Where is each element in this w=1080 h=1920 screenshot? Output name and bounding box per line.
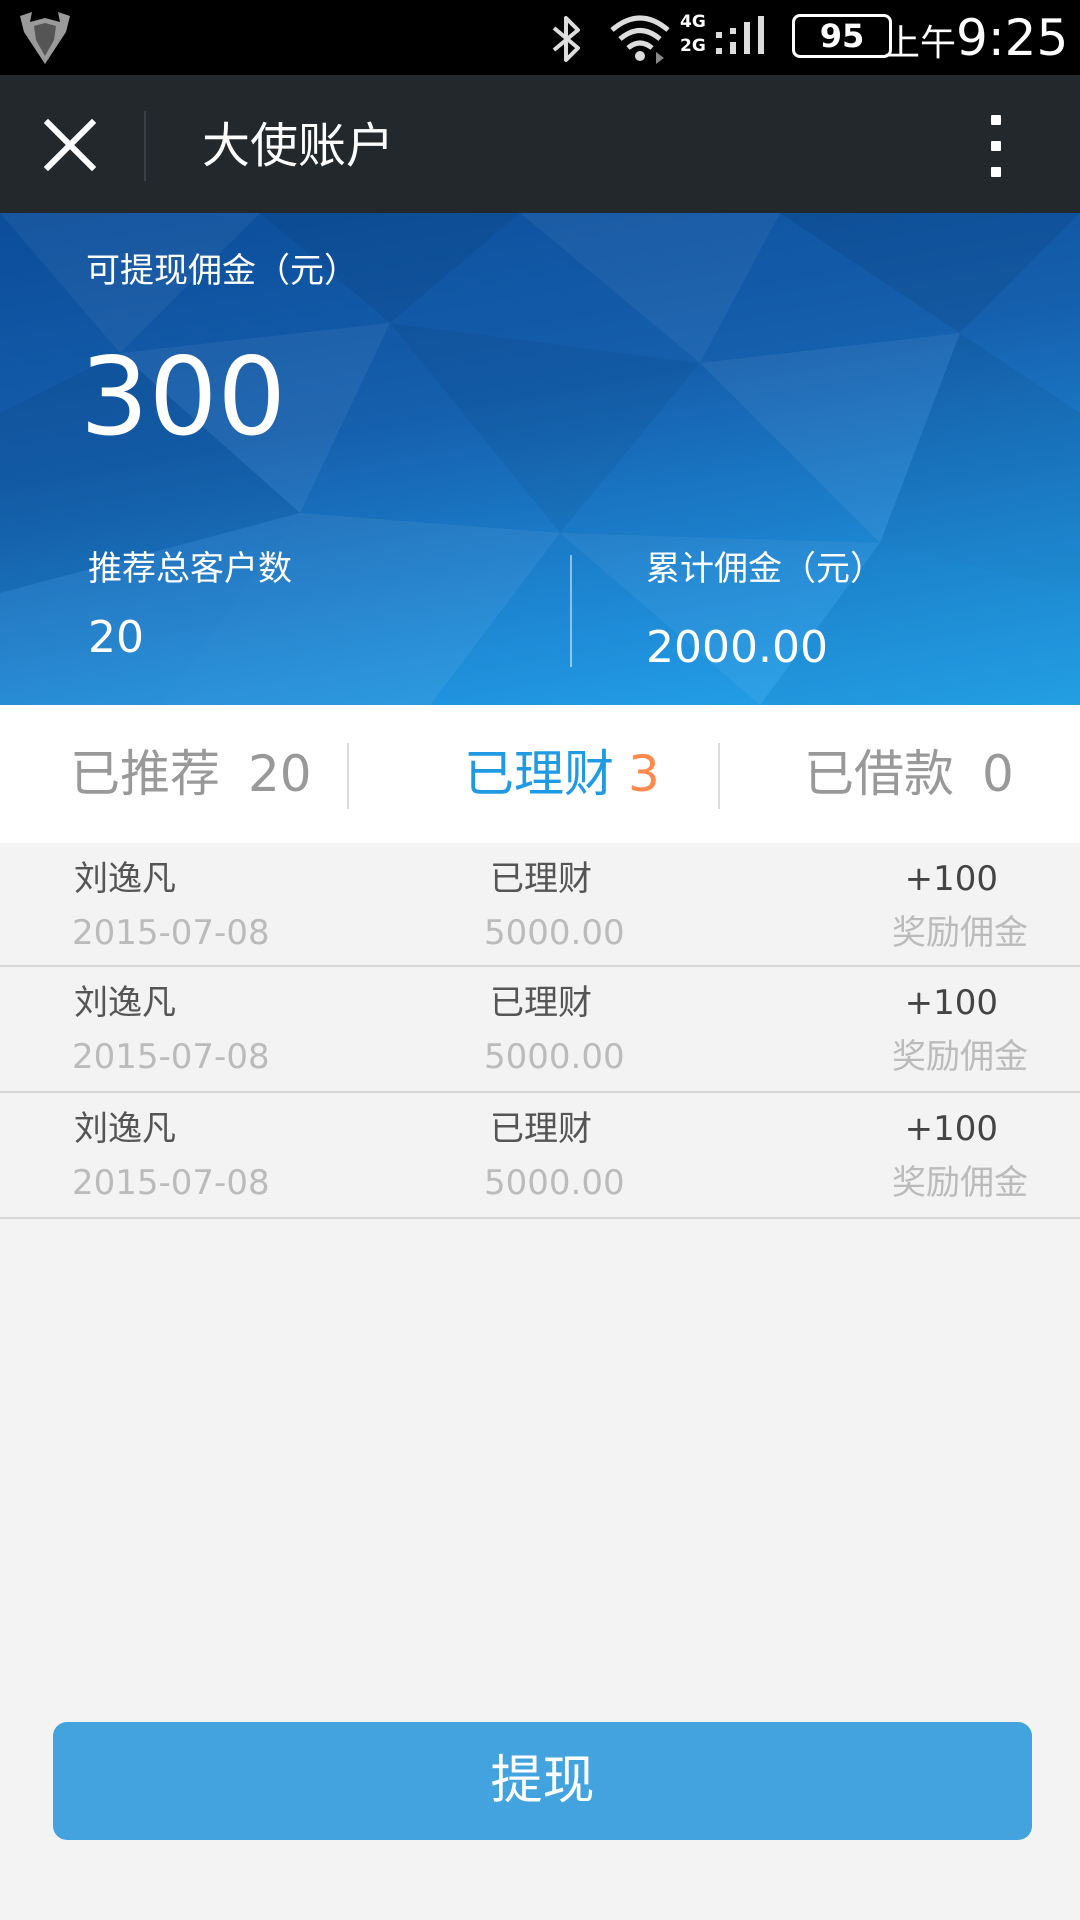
withdrawable-value: 300 <box>80 335 287 460</box>
tab-divider <box>718 743 720 809</box>
cellular-signal: 4G 2G <box>680 10 788 66</box>
commission-value: +100 <box>904 1109 998 1149</box>
customer-name: 刘逸凡 <box>74 1109 176 1149</box>
record-list: 刘逸凡 2015-07-08 已理财 5000.00 +100 奖励佣金 刘逸凡… <box>0 843 1080 1219</box>
commission-value: +100 <box>904 859 998 899</box>
record-date: 2015-07-08 <box>72 1037 270 1077</box>
clock-ampm: 上午 <box>884 23 957 64</box>
clock-time: 9:25 <box>956 9 1069 67</box>
record-amount: 5000.00 <box>484 1163 625 1203</box>
more-icon[interactable] <box>986 115 1006 179</box>
list-item[interactable]: 刘逸凡 2015-07-08 已理财 5000.00 +100 奖励佣金 <box>0 843 1080 967</box>
customer-name: 刘逸凡 <box>74 859 176 899</box>
tab-count: 3 <box>628 745 660 803</box>
withdrawable-label: 可提现佣金（元） <box>86 251 358 291</box>
customer-name: 刘逸凡 <box>74 983 176 1023</box>
title-bar: 大使账户 <box>0 75 1080 213</box>
tab-recommended[interactable]: 已推荐 20 <box>70 741 312 807</box>
commission-summary: 可提现佣金（元） 300 推荐总客户数 20 累计佣金（元） 2000.00 <box>0 213 1080 705</box>
status-bar: 4G 2G 95 上午9:25 <box>0 0 1080 75</box>
tab-label: 已借款 <box>804 745 954 803</box>
commission-label: 奖励佣金 <box>892 913 1028 953</box>
total-customers-value: 20 <box>88 612 144 663</box>
tab-divider <box>347 743 349 809</box>
title-divider <box>144 111 146 181</box>
record-status: 已理财 <box>490 1109 592 1149</box>
bluetooth-icon <box>552 16 580 62</box>
tab-label: 已理财 <box>464 745 614 803</box>
list-item[interactable]: 刘逸凡 2015-07-08 已理财 5000.00 +100 奖励佣金 <box>0 1093 1080 1219</box>
network-4g-label: 4G <box>680 12 706 32</box>
close-icon[interactable] <box>44 119 96 171</box>
commission-value: +100 <box>904 983 998 1023</box>
record-date: 2015-07-08 <box>72 913 270 953</box>
record-status: 已理财 <box>490 859 592 899</box>
cumulative-value: 2000.00 <box>646 622 828 673</box>
filter-tabs: 已推荐 20 已理财 3 已借款 0 <box>0 705 1080 843</box>
wifi-icon <box>610 15 670 64</box>
tab-invested[interactable]: 已理财 3 <box>464 741 660 807</box>
clock: 上午9:25 <box>884 8 1068 74</box>
commission-label: 奖励佣金 <box>892 1163 1028 1203</box>
network-2g-label: 2G <box>680 36 706 56</box>
tab-count: 0 <box>982 745 1014 803</box>
record-amount: 5000.00 <box>484 1037 625 1077</box>
withdraw-button[interactable]: 提现 <box>53 1722 1032 1840</box>
hero-divider <box>570 555 572 667</box>
record-date: 2015-07-08 <box>72 1163 270 1203</box>
list-item[interactable]: 刘逸凡 2015-07-08 已理财 5000.00 +100 奖励佣金 <box>0 967 1080 1093</box>
tab-label: 已推荐 <box>70 745 220 803</box>
record-status: 已理财 <box>490 983 592 1023</box>
page-title: 大使账户 <box>202 118 395 174</box>
cumulative-label: 累计佣金（元） <box>646 549 884 589</box>
shield-app-icon <box>20 12 70 64</box>
record-amount: 5000.00 <box>484 913 625 953</box>
battery-indicator: 95 <box>792 14 892 58</box>
commission-label: 奖励佣金 <box>892 1037 1028 1077</box>
total-customers-label: 推荐总客户数 <box>88 549 292 589</box>
tab-count: 20 <box>248 745 312 803</box>
signal-bars-icon <box>716 16 764 54</box>
tab-borrowed[interactable]: 已借款 0 <box>804 741 1014 807</box>
